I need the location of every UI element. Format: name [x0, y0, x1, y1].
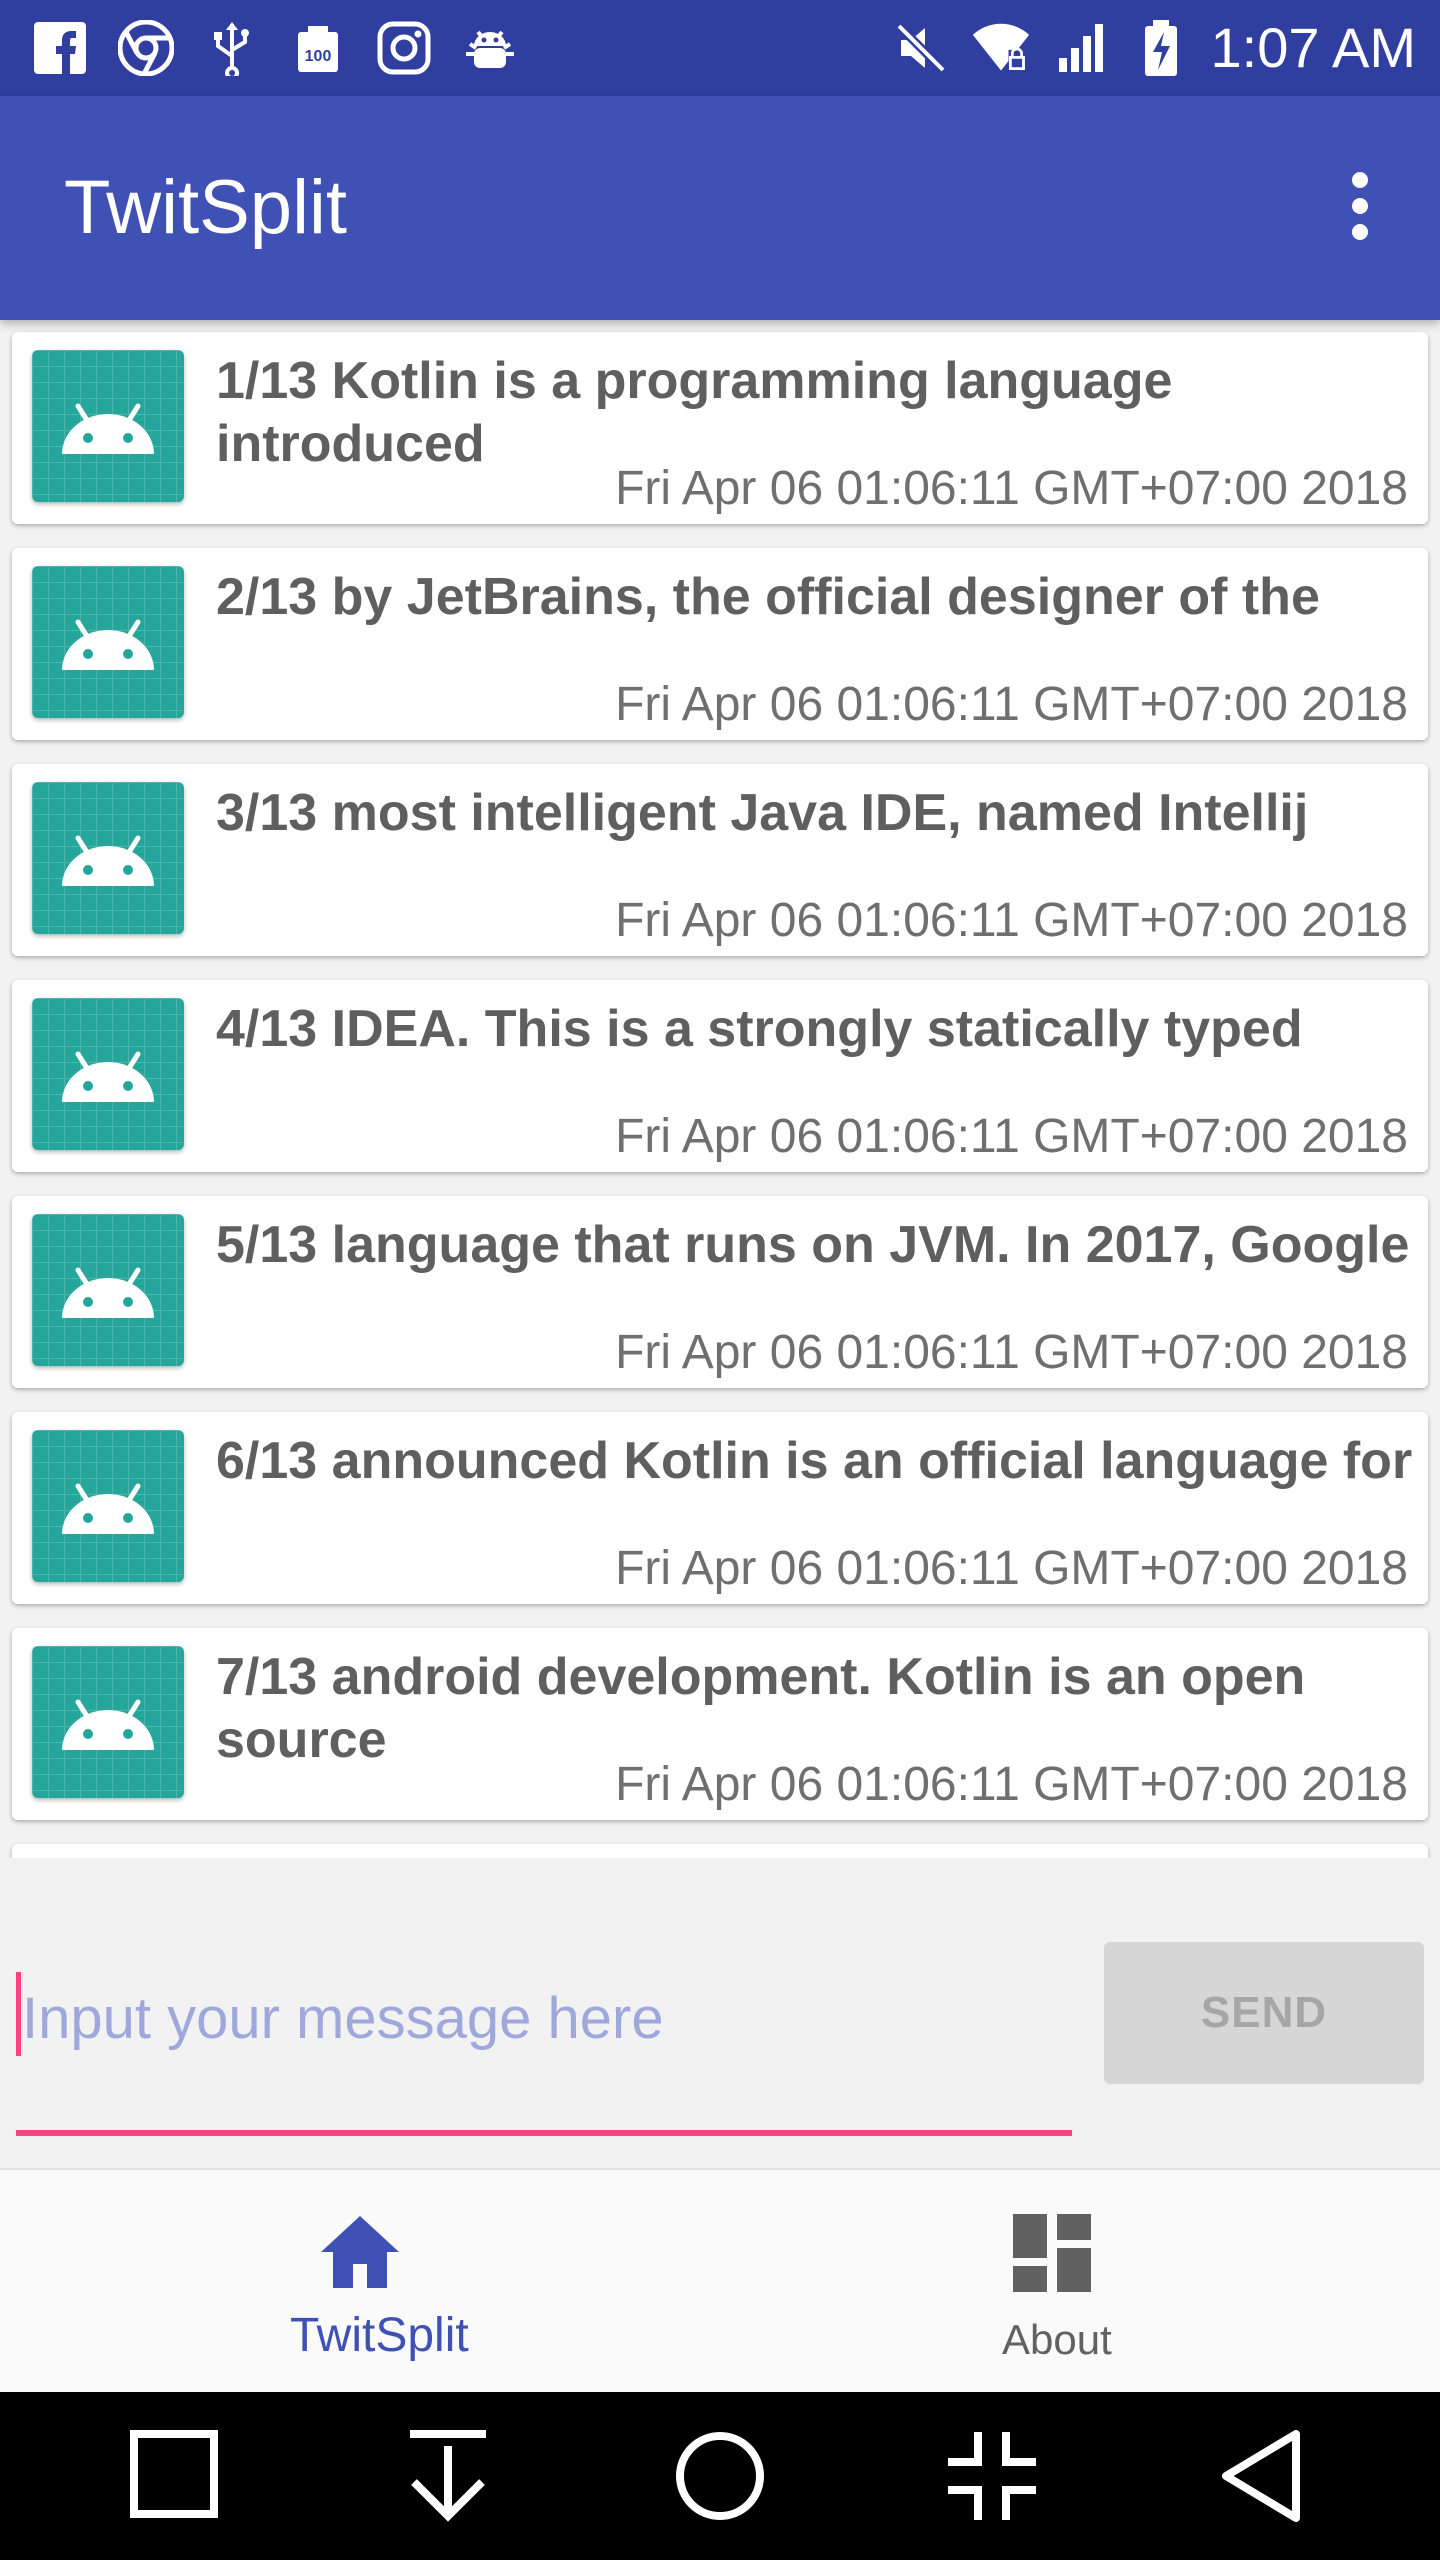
- status-left-icons: 100: [30, 18, 520, 78]
- message-timestamp: Fri Apr 06 01:06:11 GMT+07:00 2018: [615, 678, 1408, 731]
- android-avatar-icon: [32, 1646, 184, 1798]
- clock: 1:07 AM: [1210, 16, 1416, 79]
- message-text: 1/13 Kotlin is a programming language in…: [216, 352, 1173, 473]
- list-item[interactable]: 4/13 IDEA. This is a strongly statically…: [12, 980, 1428, 1172]
- android-debug-icon: [460, 18, 520, 78]
- list-item[interactable]: 1/13 Kotlin is a programming language in…: [12, 332, 1428, 524]
- status-bar: 100 1:07 AM: [0, 0, 1440, 96]
- nav-item-about[interactable]: About: [696, 2170, 1416, 2394]
- android-avatar-icon: [32, 566, 184, 718]
- back-triangle-icon[interactable]: [1214, 2426, 1314, 2526]
- more-vert-icon[interactable]: [1320, 166, 1400, 246]
- message-text: 4/13 IDEA. This is a strongly statically…: [216, 1000, 1303, 1058]
- system-navigation-bar: [0, 2392, 1440, 2560]
- message-text: 2/13 by JetBrains, the official designer…: [216, 568, 1320, 626]
- message-timestamp: Fri Apr 06 01:06:11 GMT+07:00 2018: [615, 894, 1408, 947]
- wifi-icon: [971, 18, 1031, 78]
- nav-item-twitsplit[interactable]: TwitSplit: [24, 2170, 744, 2394]
- message-text: 6/13 announced Kotlin is an official lan…: [216, 1432, 1413, 1490]
- android-avatar-icon: [32, 782, 184, 934]
- dashboard-icon: [1007, 2208, 1097, 2298]
- app-bar: TwitSplit: [0, 96, 1440, 320]
- android-avatar-icon: [32, 1214, 184, 1366]
- list-item-partial[interactable]: [12, 1844, 1428, 1858]
- usb-icon: [202, 18, 262, 78]
- battery-100-icon: 100: [288, 18, 348, 78]
- bottom-navigation: TwitSplit About: [0, 2168, 1440, 2394]
- list-item[interactable]: 2/13 by JetBrains, the official designer…: [12, 548, 1428, 740]
- android-avatar-icon: [32, 998, 184, 1150]
- list-item[interactable]: 7/13 android development. Kotlin is an o…: [12, 1628, 1428, 1820]
- message-timestamp: Fri Apr 06 01:06:11 GMT+07:00 2018: [615, 462, 1408, 515]
- message-text: 3/13 most intelligent Java IDE, named In…: [216, 784, 1309, 842]
- svg-text:100: 100: [305, 48, 332, 65]
- battery-charging-icon: [1131, 18, 1191, 78]
- home-icon: [315, 2208, 405, 2298]
- android-avatar-icon: [32, 1430, 184, 1582]
- message-timestamp: Fri Apr 06 01:06:11 GMT+07:00 2018: [615, 1542, 1408, 1595]
- home-circle-icon[interactable]: [670, 2426, 770, 2526]
- send-button[interactable]: SEND: [1104, 1942, 1424, 2084]
- message-list[interactable]: 1/13 Kotlin is a programming language in…: [0, 320, 1440, 1858]
- download-arrow-icon[interactable]: [398, 2426, 498, 2526]
- nav-label-twitsplit: TwitSplit: [290, 2309, 469, 2362]
- input-underline: [16, 2130, 1072, 2136]
- nav-label-about: About: [1002, 2316, 1112, 2363]
- status-right-icons: 1:07 AM: [891, 14, 1416, 82]
- list-item[interactable]: 6/13 announced Kotlin is an official lan…: [12, 1412, 1428, 1604]
- list-item[interactable]: 5/13 language that runs on JVM. In 2017,…: [12, 1196, 1428, 1388]
- message-timestamp: Fri Apr 06 01:06:11 GMT+07:00 2018: [615, 1758, 1408, 1811]
- instagram-icon: [374, 18, 434, 78]
- collapse-screen-icon[interactable]: [942, 2426, 1042, 2526]
- list-item[interactable]: 3/13 most intelligent Java IDE, named In…: [12, 764, 1428, 956]
- message-timestamp: Fri Apr 06 01:06:11 GMT+07:00 2018: [615, 1326, 1408, 1379]
- chrome-icon: [116, 18, 176, 78]
- text-cursor: [16, 1972, 21, 2056]
- android-avatar-icon: [32, 350, 184, 502]
- app-title: TwitSplit: [64, 165, 347, 250]
- message-text: 5/13 language that runs on JVM. In 2017,…: [216, 1216, 1410, 1274]
- recents-square-icon[interactable]: [126, 2426, 226, 2526]
- composer: SEND: [0, 1858, 1440, 2168]
- facebook-icon: [30, 18, 90, 78]
- mute-icon: [891, 18, 951, 78]
- signal-icon: [1051, 18, 1111, 78]
- message-input[interactable]: [16, 1958, 1078, 2078]
- message-text: 7/13 android development. Kotlin is an o…: [216, 1648, 1306, 1769]
- message-timestamp: Fri Apr 06 01:06:11 GMT+07:00 2018: [615, 1110, 1408, 1163]
